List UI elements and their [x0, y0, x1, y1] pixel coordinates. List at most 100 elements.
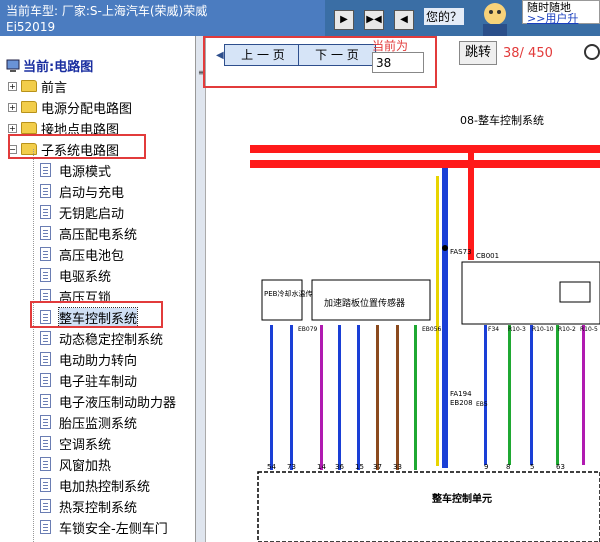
tree-item[interactable]: 动态稳定控制系统: [40, 328, 163, 348]
tree-item-label: 高压电池包: [59, 248, 125, 264]
top-bar: 当前车型: 厂家:S-上海汽车(荣威)荣威 Ei52019 ▶ ▶◀ ◀ 您的？…: [0, 0, 600, 36]
document-icon: [40, 205, 51, 219]
tree-item-label: 胎压监测系统: [59, 416, 138, 432]
vcu-label: 整车控制单元: [431, 492, 492, 505]
tree-item[interactable]: 无钥匙启动: [40, 202, 124, 222]
power-bus-wire: [250, 160, 600, 168]
pedal-sensor-label: 加速踏板位置传感器: [324, 297, 405, 309]
peb-sensor-box: [261, 279, 303, 321]
fit-page-icon[interactable]: ▶◀: [364, 10, 384, 30]
pin-number: 54: [267, 463, 276, 471]
connector-label: EB208: [450, 399, 473, 407]
connector-label: EB079: [298, 326, 318, 333]
pin-number: 73: [287, 463, 296, 471]
tree-item[interactable]: 空调系统: [40, 433, 111, 453]
document-icon: [40, 226, 51, 240]
tree-item[interactable]: 车锁安全-左侧车门: [40, 517, 168, 537]
document-icon: [40, 520, 51, 534]
document-icon: [40, 457, 51, 471]
connector-label: FA194: [450, 390, 472, 398]
computer-icon: [6, 59, 20, 72]
signal-wire: [357, 325, 360, 470]
tree-item-label: 电动助力转向: [59, 353, 138, 369]
document-icon: [40, 499, 51, 513]
tree-item-label: 电驱系统: [59, 269, 112, 285]
tree-item[interactable]: 热泵控制系统: [40, 496, 137, 516]
last-page-icon[interactable]: ◀: [394, 10, 414, 30]
tree-item[interactable]: 启动与充电: [40, 181, 124, 201]
pin-number: 5: [530, 463, 534, 471]
expand-icon[interactable]: +: [8, 123, 17, 133]
document-icon: [40, 415, 51, 429]
vehicle-line-1: 当前车型: 厂家:S-上海汽车(荣威)荣威: [6, 4, 208, 18]
tree-item[interactable]: 电源模式: [40, 160, 111, 180]
tree-item-label: 空调系统: [59, 437, 112, 453]
signal-wire: [414, 325, 417, 470]
document-icon: [40, 478, 51, 492]
tree-item-label: 启动与充电: [59, 185, 125, 201]
tree-folder-preface[interactable]: + 前言: [8, 76, 67, 96]
connector-label: R10-5: [580, 326, 598, 333]
document-icon: [40, 331, 51, 345]
connector-label: EB056: [422, 326, 442, 333]
tree-item-label: 电子液压制动助力器: [59, 395, 177, 411]
tree-item-label: 动态稳定控制系统: [59, 332, 164, 348]
document-icon: [40, 352, 51, 366]
expand-icon[interactable]: +: [8, 81, 17, 91]
tree-folder-label: 前言: [41, 80, 68, 96]
power-feed-wire: [468, 145, 474, 260]
vcu-box: [257, 471, 600, 542]
expand-icon[interactable]: +: [8, 102, 17, 112]
tree-item-label: 无钥匙启动: [59, 206, 125, 222]
signal-wire: [396, 325, 399, 470]
tree-item[interactable]: 胎压监测系统: [40, 412, 137, 432]
tree-folder-label: 电源分配电路图: [41, 101, 133, 117]
signal-wire: [290, 325, 293, 470]
document-icon: [40, 394, 51, 408]
page-counter: 38/ 450: [503, 46, 553, 61]
folder-icon: [21, 122, 37, 134]
signal-wire: [338, 325, 341, 470]
signal-wire: [436, 176, 439, 466]
connector-label: FAS73: [450, 248, 472, 256]
pin-number: 8: [506, 463, 510, 471]
pin-number: 9: [484, 463, 488, 471]
tree-item-label: 车锁安全-左侧车门: [59, 521, 168, 537]
signal-wire: [442, 168, 448, 468]
tree-item[interactable]: 风窗加热: [40, 454, 111, 474]
pin-number: 36: [335, 463, 344, 471]
document-icon: [40, 373, 51, 387]
highlight-pager: [203, 36, 437, 88]
tree-item[interactable]: 电子驻车制动: [40, 370, 137, 390]
tree-root[interactable]: 当前:电路图: [6, 56, 93, 75]
highlight-vehicle-control: [30, 301, 163, 328]
signal-wire: [530, 325, 533, 465]
document-icon: [40, 247, 51, 261]
tree-item[interactable]: 电动助力转向: [40, 349, 137, 369]
tree-item[interactable]: 电加热控制系统: [40, 475, 150, 495]
signal-wire: [556, 325, 559, 465]
tree-item[interactable]: 电子液压制动助力器: [40, 391, 176, 411]
jump-button[interactable]: 跳转: [459, 41, 497, 65]
vehicle-info: 当前车型: 厂家:S-上海汽车(荣威)荣威 Ei52019: [0, 0, 325, 36]
upgrade-link[interactable]: >>用户升: [527, 13, 595, 24]
upgrade-banner: 随时随地 >>用户升: [522, 0, 600, 24]
relay-box: [559, 281, 591, 303]
circle-icon: [584, 44, 600, 60]
tree-root-label: 当前:电路图: [23, 60, 94, 75]
document-icon: [40, 268, 51, 282]
diagram-title: 08-整车控制系统: [460, 114, 544, 127]
connector-label: R10-3: [508, 326, 526, 333]
first-page-icon[interactable]: ▶: [334, 10, 354, 30]
connector-label: CB001: [476, 252, 499, 260]
tree-item[interactable]: 电驱系统: [40, 265, 111, 285]
tree-folder-power-distribution[interactable]: + 电源分配电路图: [8, 97, 132, 117]
tree-item-label: 电子驻车制动: [59, 374, 138, 390]
tree-item[interactable]: 高压电池包: [40, 244, 124, 264]
vehicle-line-2: Ei52019: [6, 20, 56, 34]
user-prompt: 您的？: [424, 8, 464, 25]
tree-item[interactable]: 高压配电系统: [40, 223, 137, 243]
pin-number: 37: [373, 463, 382, 471]
signal-wire: [320, 325, 323, 470]
pane-splitter[interactable]: ≡: [196, 36, 206, 542]
